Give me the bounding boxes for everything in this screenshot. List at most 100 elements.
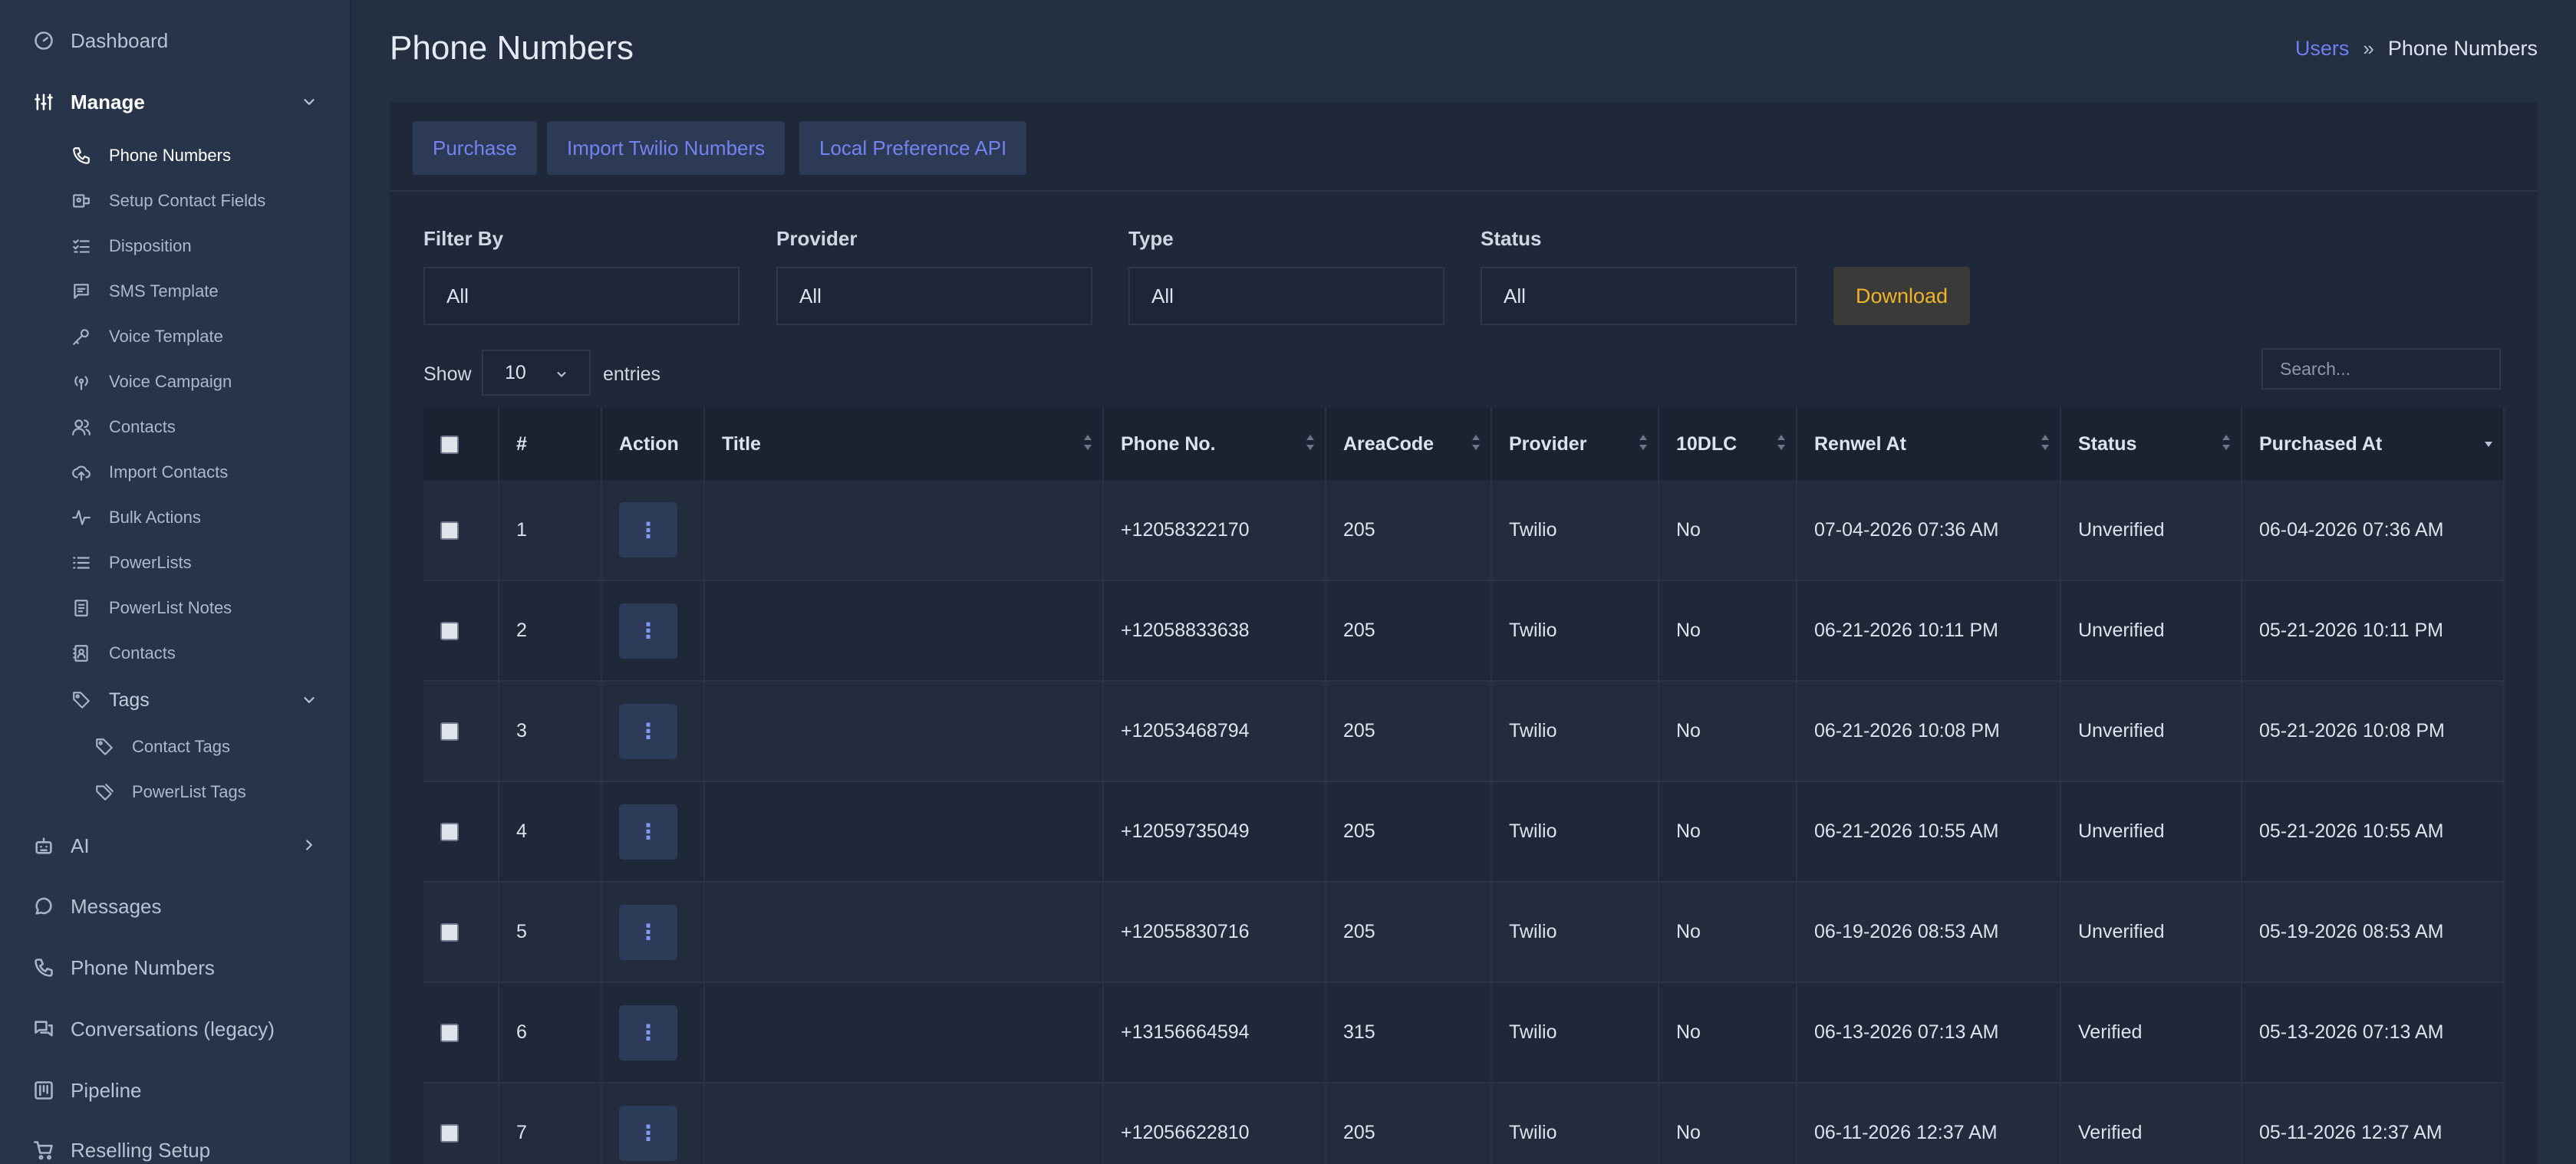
row-action-cell: ⋮ xyxy=(601,781,705,882)
row-number: 5 xyxy=(499,882,602,982)
row-action-menu-button[interactable]: ⋮ xyxy=(619,603,677,659)
sidebar-item-disposition[interactable]: Disposition xyxy=(71,229,192,263)
sidebar-item-messages[interactable]: Messages xyxy=(32,887,162,926)
filter-by-select[interactable]: All xyxy=(423,267,740,325)
row-phone: +12053468794 xyxy=(1103,681,1326,781)
sidebar-item-ai[interactable]: AI xyxy=(32,827,90,865)
sidebar-item-label: Manage xyxy=(71,90,145,113)
sidebar-item-powerlists[interactable]: PowerLists xyxy=(71,546,192,580)
column-header-areacode[interactable]: AreaCode xyxy=(1326,408,1492,480)
column-header-label: Provider xyxy=(1509,432,1587,455)
message-square-icon xyxy=(71,281,92,302)
sort-desc-icon[interactable] xyxy=(2483,432,2494,452)
sidebar-item-conversations[interactable]: Conversations (legacy) xyxy=(32,1010,275,1048)
column-header-label: Phone No. xyxy=(1121,432,1216,455)
sidebar-item-sms-template[interactable]: SMS Template xyxy=(71,275,219,308)
sidebar-item-powerlist-notes[interactable]: PowerList Notes xyxy=(71,591,232,625)
row-action-menu-button[interactable]: ⋮ xyxy=(619,502,677,557)
chevron-right-icon[interactable] xyxy=(301,837,318,853)
row-select-cell xyxy=(423,1083,499,1164)
sidebar-item-bulk-actions[interactable]: Bulk Actions xyxy=(71,501,201,534)
breadcrumb-link-users[interactable]: Users xyxy=(2295,37,2350,61)
sidebar-item-voice-campaign[interactable]: Voice Campaign xyxy=(71,365,232,399)
entries-select[interactable]: 10 xyxy=(482,350,591,396)
sidebar-item-contact-tags[interactable]: Contact Tags xyxy=(94,730,230,764)
row-status: Unverified xyxy=(2060,681,2242,781)
column-header-provider[interactable]: Provider xyxy=(1491,408,1659,480)
sidebar-item-contacts[interactable]: Contacts xyxy=(71,410,176,444)
column-header-purchased[interactable]: Purchased At xyxy=(2242,408,2505,480)
sidebar-item-contacts-book[interactable]: Contacts xyxy=(71,636,176,670)
row-checkbox[interactable] xyxy=(440,1124,459,1143)
row-action-menu-button[interactable]: ⋮ xyxy=(619,1005,677,1060)
import-twilio-button[interactable]: Import Twilio Numbers xyxy=(547,121,786,175)
column-header-renew[interactable]: Renwel At xyxy=(1797,408,2061,480)
chevron-down-icon[interactable] xyxy=(301,94,318,110)
sidebar-item-voice-template[interactable]: Voice Template xyxy=(71,320,223,353)
sort-icon[interactable] xyxy=(1082,432,1093,452)
column-header-label: Action xyxy=(619,432,679,455)
row-action-menu-button[interactable]: ⋮ xyxy=(619,904,677,960)
row-checkbox[interactable] xyxy=(440,823,459,842)
column-header-status[interactable]: Status xyxy=(2060,408,2242,480)
row-provider: Twilio xyxy=(1491,1083,1659,1164)
sidebar-item-reselling[interactable]: Reselling Setup xyxy=(32,1131,210,1164)
sort-icon[interactable] xyxy=(2040,432,2051,452)
sidebar-item-phone-numbers-main[interactable]: Phone Numbers xyxy=(32,949,215,987)
sidebar-item-powerlist-tags[interactable]: PowerList Tags xyxy=(94,775,246,809)
search-input[interactable]: Search... xyxy=(2261,348,2501,390)
message-circle-icon xyxy=(32,895,55,918)
select-all-checkbox[interactable] xyxy=(440,435,459,454)
local-preference-api-button[interactable]: Local Preference API xyxy=(799,121,1027,175)
row-action-menu-button[interactable]: ⋮ xyxy=(619,804,677,860)
phone-icon xyxy=(71,145,92,166)
sidebar-item-phone-numbers[interactable]: Phone Numbers xyxy=(71,139,231,173)
row-renew-at: 06-13-2026 07:13 AM xyxy=(1797,982,2061,1083)
sort-icon[interactable] xyxy=(2221,432,2232,452)
pipeline-icon xyxy=(32,1079,55,1102)
phone-icon xyxy=(32,956,55,979)
row-action-menu-button[interactable]: ⋮ xyxy=(619,703,677,759)
row-phone: +12055830716 xyxy=(1103,882,1326,982)
row-action-cell: ⋮ xyxy=(601,882,705,982)
row-checkbox[interactable] xyxy=(440,622,459,641)
row-checkbox[interactable] xyxy=(440,1024,459,1043)
sidebar-item-label: Phone Numbers xyxy=(71,955,215,979)
purchase-button[interactable]: Purchase xyxy=(413,121,537,175)
sidebar-item-dashboard[interactable]: Dashboard xyxy=(32,21,168,60)
sort-icon[interactable] xyxy=(1471,432,1481,452)
sort-icon[interactable] xyxy=(1638,432,1649,452)
row-checkbox[interactable] xyxy=(440,521,459,540)
sort-icon[interactable] xyxy=(1776,432,1787,452)
row-phone: +12058322170 xyxy=(1103,480,1326,580)
row-areacode: 205 xyxy=(1326,580,1492,681)
row-areacode: 205 xyxy=(1326,1083,1492,1164)
row-purchased-at: 05-21-2026 10:11 PM xyxy=(2242,580,2505,681)
row-checkbox[interactable] xyxy=(440,722,459,741)
row-action-cell: ⋮ xyxy=(601,580,705,681)
sidebar-item-pipeline[interactable]: Pipeline xyxy=(32,1071,142,1110)
sidebar-item-import-contacts[interactable]: Import Contacts xyxy=(71,455,228,489)
chevron-down-icon[interactable] xyxy=(301,692,318,709)
column-header-label: 10DLC xyxy=(1676,432,1738,455)
sidebar-item-manage[interactable]: Manage xyxy=(32,83,145,121)
sort-icon[interactable] xyxy=(1305,432,1316,452)
column-header-title[interactable]: Title xyxy=(704,408,1104,480)
column-header-phone[interactable]: Phone No. xyxy=(1103,408,1326,480)
column-header-number[interactable]: # xyxy=(499,408,602,480)
row-action-cell: ⋮ xyxy=(601,681,705,781)
type-select[interactable]: All xyxy=(1128,267,1444,325)
row-number: 1 xyxy=(499,480,602,580)
row-action-menu-button[interactable]: ⋮ xyxy=(619,1105,677,1161)
column-header-10dlc[interactable]: 10DLC xyxy=(1659,408,1797,480)
row-checkbox[interactable] xyxy=(440,923,459,942)
status-select[interactable]: All xyxy=(1481,267,1797,325)
sidebar-item-label: PowerLists xyxy=(109,553,192,572)
row-10dlc: No xyxy=(1659,882,1797,982)
download-button[interactable]: Download xyxy=(1833,267,1970,325)
row-status: Verified xyxy=(2060,982,2242,1083)
row-areacode: 205 xyxy=(1326,882,1492,982)
sidebar-item-tags[interactable]: Tags xyxy=(71,683,150,717)
provider-select[interactable]: All xyxy=(776,267,1092,325)
sidebar-item-setup-contact-fields[interactable]: Setup Contact Fields xyxy=(71,184,265,218)
